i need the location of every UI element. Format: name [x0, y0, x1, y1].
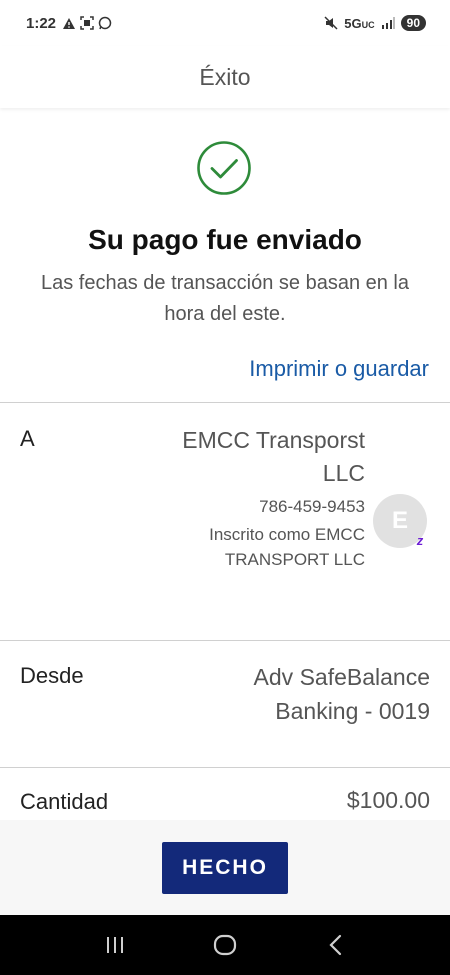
divider — [0, 402, 450, 403]
print-or-save-link[interactable]: Imprimir o guardar — [249, 356, 429, 382]
zelle-badge-icon: z — [416, 532, 424, 548]
recents-button[interactable] — [95, 925, 135, 965]
status-bar-left: 1:22 — [26, 15, 112, 32]
network-label: 5G — [344, 15, 362, 31]
warning-triangle-icon — [63, 17, 76, 29]
amount-value: $100.00 — [346, 787, 430, 813]
recipient-info: EMCC Transporst LLC 786-459-9453 Inscrit… — [165, 424, 365, 572]
back-button[interactable] — [315, 925, 355, 965]
confirmation-note: Las fechas de transacción se basan en la… — [40, 272, 410, 325]
status-bar: 1:22 5GUC 90 — [0, 0, 450, 46]
recents-icon — [107, 937, 123, 953]
divider — [0, 640, 450, 641]
from-account: Adv SafeBalance Banking - 0019 — [253, 664, 430, 724]
recipient-name: EMCC Transporst LLC — [182, 427, 365, 486]
app-header: Éxito — [0, 46, 450, 108]
status-bar-right: 5GUC 90 — [324, 15, 426, 31]
confirmation-title: Su pago fue enviado — [88, 224, 362, 255]
recipient-enrolled-as: Inscrito como EMCC TRANSPORT LLC — [209, 525, 365, 569]
status-time: 1:22 — [26, 14, 57, 32]
whatsapp-icon — [98, 16, 112, 30]
notification-icons — [62, 16, 112, 30]
amount-label: Cantidad — [20, 789, 109, 814]
from-label: Desde — [20, 663, 84, 688]
screenshot-icon — [80, 16, 94, 30]
home-icon — [213, 934, 237, 956]
battery-icon: 90 — [400, 15, 426, 31]
recipient-phone: 786-459-9453 — [259, 497, 365, 516]
page-title: Éxito — [199, 63, 251, 90]
mute-icon — [324, 16, 338, 30]
bottom-action-bar: HECHO — [0, 820, 450, 915]
check-circle-icon — [197, 141, 251, 195]
battery-level: 90 — [406, 16, 420, 30]
avatar-letter: E — [391, 507, 408, 534]
home-button[interactable] — [205, 925, 245, 965]
network-sub-label: UC — [361, 19, 375, 30]
done-button[interactable]: HECHO — [162, 842, 288, 894]
system-nav-bar — [0, 915, 450, 975]
back-icon — [329, 934, 342, 956]
signal-icon — [381, 17, 395, 29]
to-label: A — [20, 426, 35, 451]
network-type: 5GUC — [344, 16, 374, 31]
divider — [0, 767, 450, 768]
